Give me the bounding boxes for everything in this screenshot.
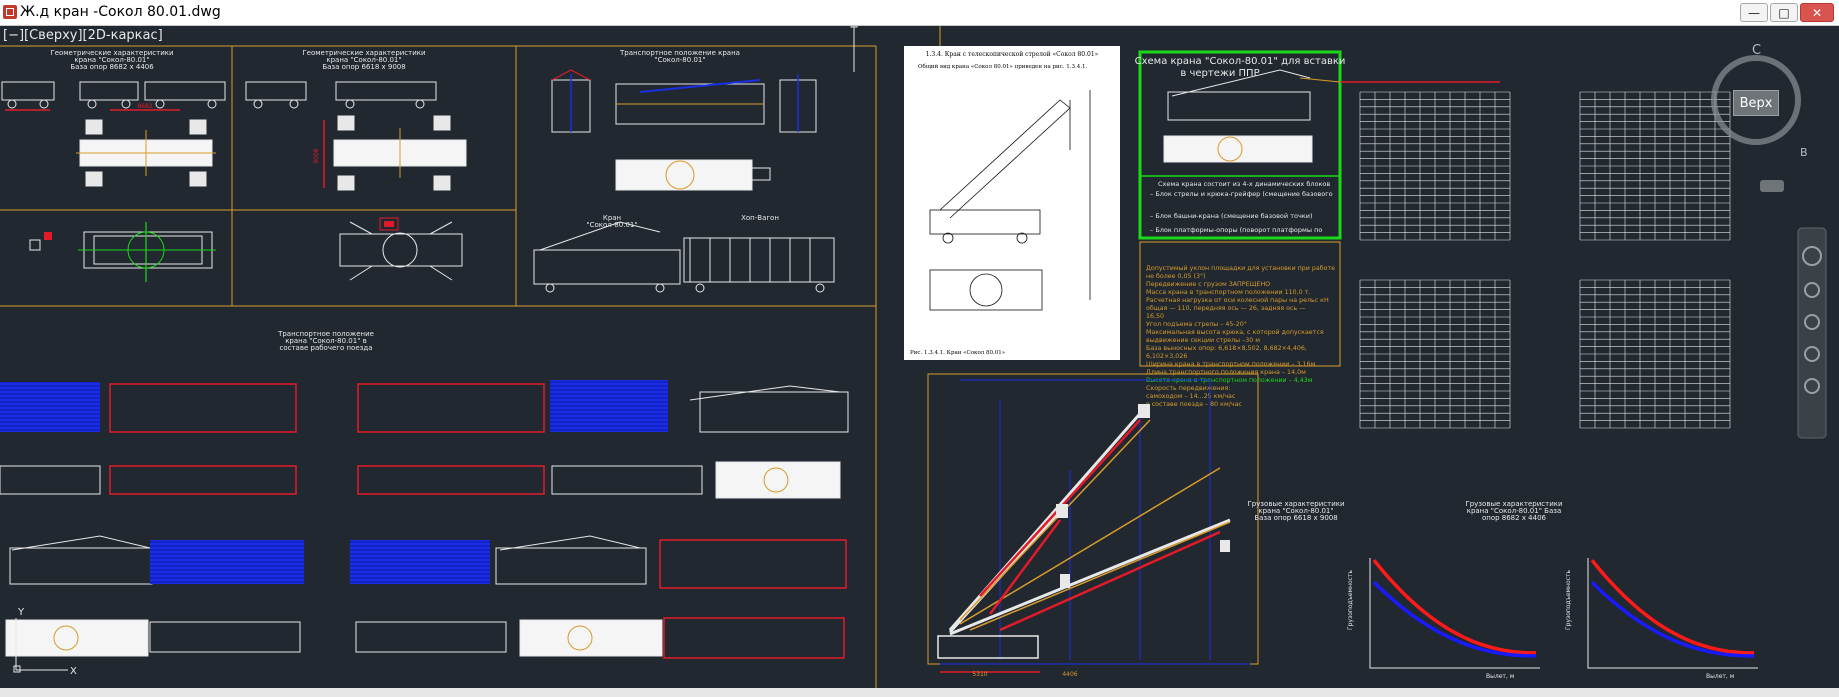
spec-6: общая — 110, передняя ось — 26, задняя о…	[1146, 304, 1305, 312]
minimize-button[interactable]: —	[1740, 3, 1768, 22]
transport-block: Транспортное положение крана "Сокол-80.0…	[533, 49, 835, 293]
spec-2: не более 0,05 (3°)	[1146, 272, 1206, 280]
scheme-desc4: – Блок платформы-опоры (поворот платформ…	[1150, 226, 1322, 234]
boom-dim-1: 5310	[972, 671, 987, 678]
close-button[interactable]: ✕	[1800, 3, 1834, 22]
load1-axis-x: Вылет, м	[1486, 673, 1514, 680]
load2-axis-x: Вылет, м	[1706, 673, 1734, 680]
ucs-x-label: X	[70, 666, 77, 677]
doc-line: Общий вид крана «Сокол 80.01» приведен н…	[918, 63, 1088, 70]
spec-12: 6,102×3,026	[1146, 353, 1187, 360]
scheme-desc3: – Блок башни-крана (смещение базовой точ…	[1150, 212, 1312, 220]
viewcube-top-face[interactable]: Верх	[1733, 90, 1779, 116]
spec-17: самоходом – 14...25 км/час	[1146, 393, 1236, 400]
drawing-canvas[interactable]: Геометрические характеристики крана "Сок…	[0, 0, 1839, 697]
geom2-dim: 9008	[313, 148, 320, 163]
title-bar: Ж.д кран -Сокол 80.01.dwg — □ ✕	[0, 0, 1839, 26]
geom1-dim: 8682	[137, 103, 152, 110]
load-chart-1: Грузовые характеристики крана "Сокол-80.…	[1247, 500, 1540, 680]
spec-18: в составе поезда – 80 км/час	[1146, 401, 1242, 408]
spec-1: Допустимый уклон площадки для установки …	[1146, 264, 1335, 272]
window-title: Ж.д кран -Сокол 80.01.dwg	[20, 4, 221, 20]
doc-heading: 1.3.4. Кран с телескопической стрелой «С…	[926, 51, 1099, 58]
boom-dim-2: 4406	[1062, 671, 1077, 678]
autocad-app-icon	[3, 5, 17, 19]
spec-9: Максимальная высота крюка, с которой доп…	[1146, 328, 1324, 336]
spec-14: Длина транспортного положения крана – 14…	[1146, 369, 1306, 376]
viewcube-compass-v: В	[1800, 146, 1808, 159]
specs-block: Допустимый уклон площадки для установки …	[1139, 241, 1341, 408]
geom-block-2: Геометрические характеристики крана "Сок…	[245, 49, 467, 281]
spec-7: 16,50	[1146, 313, 1164, 320]
viewcube-compass-c: С	[1752, 43, 1761, 58]
navigation-bar[interactable]	[1797, 227, 1827, 439]
geom2-base: База опор 6618 х 9008	[322, 63, 405, 71]
spec-4: Масса крана в транспортном положении 110…	[1146, 289, 1310, 296]
load2-base: опор 8682 х 4406	[1482, 514, 1547, 522]
spec-8: Угол подъема стрелы – 45-20°	[1146, 320, 1247, 328]
geom-block-1: Геометрические характеристики крана "Сок…	[1, 49, 226, 282]
load1-base: База опор 6618 х 9008	[1254, 514, 1337, 522]
spec-16: Скорость передвижения:	[1146, 385, 1230, 392]
spec-5: Расчетная нагрузка от оси колесной пары …	[1146, 296, 1329, 304]
scheme-title: Схема крана "Сокол-80.01" для вставки	[1135, 56, 1346, 67]
boom-diagram: 5310 4406	[927, 373, 1259, 678]
viewcube[interactable]: С В	[1711, 43, 1808, 192]
spec-11: База выносных опор: 6,618×8,502, 8,682×4…	[1146, 345, 1307, 352]
transport-sub: "Сокол-80.01"	[654, 56, 705, 64]
load-curve	[1590, 580, 1755, 658]
ucs-y-label: Y	[17, 607, 25, 618]
train-block: Транспортное положение крана "Сокол-80.0…	[0, 330, 849, 677]
load-tables	[1359, 91, 1731, 429]
sheet-frame-left	[0, 23, 941, 697]
horizontal-scrollbar[interactable]	[0, 688, 1839, 697]
train-sub2: составе рабочего поезда	[280, 344, 373, 352]
spec-3: Передвижение с грузом ЗАПРЕЩЕНО	[1146, 281, 1270, 288]
spec-13: Ширина крана в транспортном положении – …	[1146, 361, 1316, 368]
doc-caption: Рис. 1.3.4.1. Кран «Сокол 80.01»	[910, 350, 1005, 356]
geom1-base: База опор 8682 х 4406	[70, 63, 154, 71]
scheme-desc2: – Блок стрелы и крюка-грейфер (смещение …	[1150, 190, 1333, 198]
load-curve	[1372, 580, 1537, 658]
maximize-button[interactable]: □	[1770, 3, 1798, 22]
load2-axis-y: Грузоподъемность	[1565, 570, 1572, 630]
label-vagon: Хоп-Вагон	[741, 214, 779, 222]
spec-10: выдвижение секции стрелы –30 м	[1146, 337, 1260, 344]
doc-page: 1.3.4. Кран с телескопической стрелой «С…	[904, 46, 1120, 360]
viewport-controls-label[interactable]: [−][Сверху][2D-каркас]	[3, 28, 163, 43]
load1-axis-y: Грузоподъемность	[1347, 570, 1354, 630]
scheme-desc1: Схема крана состоит из 4-х динамических …	[1158, 180, 1330, 188]
autocad-window: Геометрические характеристики крана "Сок…	[0, 0, 1839, 697]
